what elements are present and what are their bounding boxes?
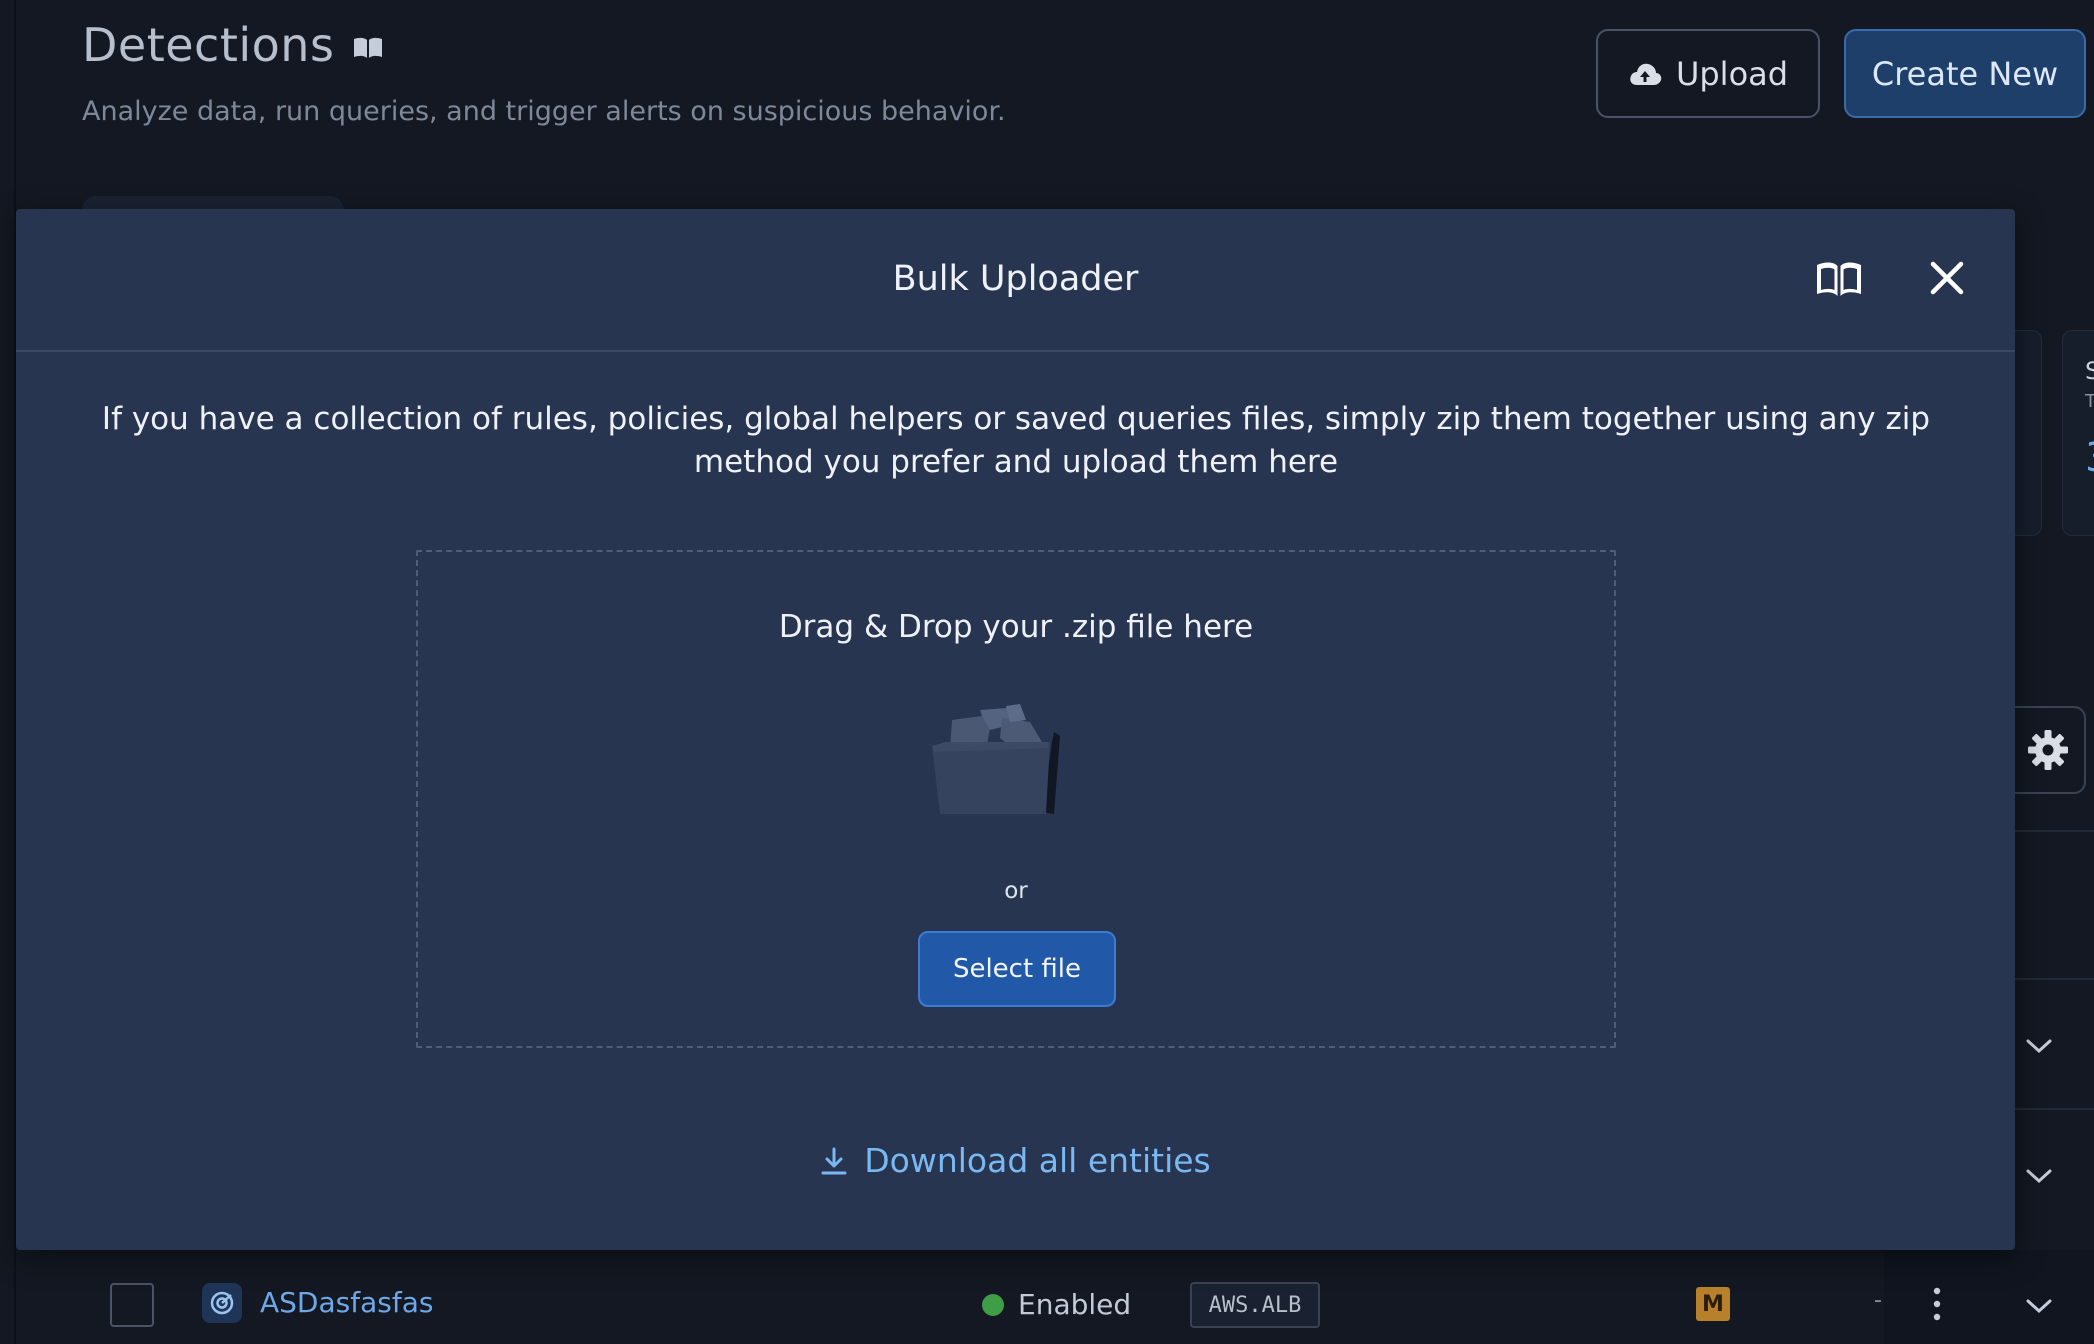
file-dropzone[interactable]: Drag & Drop your .zip file here or Selec… [416,550,1616,1048]
modal-title: Bulk Uploader [892,259,1139,299]
row-divider [2014,830,2094,832]
chevron-down-icon[interactable] [2024,1036,2054,1056]
upload-button-label: Upload [1675,54,1789,93]
row-divider [2014,1108,2094,1110]
rule-icon [210,1291,234,1315]
row-actions-area [1884,1250,2094,1344]
chevron-down-icon[interactable] [2024,1296,2054,1316]
card-label: S [2085,357,2094,385]
close-icon[interactable] [1928,259,1966,297]
bulk-uploader-modal: Bulk Uploader If you have a collection o… [16,209,2015,1250]
card-sublabel: T [2085,391,2094,412]
book-icon[interactable] [1814,259,1864,299]
download-all-label: Download all entities [864,1141,1211,1180]
detection-type-icon [202,1283,242,1323]
kebab-icon[interactable] [1930,1286,1944,1322]
folder-icon [932,704,1060,814]
row-checkbox[interactable] [110,1283,154,1327]
log-type-badge: AWS.ALB [1190,1282,1320,1328]
severity-badge: M [1696,1287,1730,1321]
status-text: Enabled [1018,1288,1132,1321]
summary-card: S T 3 [2062,330,2094,536]
download-icon [821,1147,847,1174]
create-new-button[interactable]: Create New [1844,29,2086,118]
detection-name-link[interactable]: ASDasfasfas [260,1286,433,1319]
upload-button[interactable]: Upload [1596,29,1820,118]
enabled-status-dot [982,1294,1004,1316]
chevron-down-icon[interactable] [2024,1166,2054,1186]
gear-icon [2028,730,2068,770]
page-title: Detections [82,18,335,72]
settings-button[interactable] [2012,706,2086,794]
modal-description: If you have a collection of rules, polic… [101,401,1931,480]
modal-header: Bulk Uploader [16,209,2015,352]
book-icon[interactable] [352,36,384,60]
select-file-button[interactable]: Select file [918,931,1116,1007]
card-value: 3 [2085,435,2094,481]
page-subtitle: Analyze data, run queries, and trigger a… [82,96,1006,127]
row-divider [2014,978,2094,980]
or-separator: or [1004,878,1028,904]
cloud-upload-icon [1630,63,1662,85]
empty-value: - [1874,1288,1882,1313]
download-all-link[interactable]: Download all entities [16,1141,2015,1180]
dropzone-instructions: Drag & Drop your .zip file here [778,609,1254,645]
